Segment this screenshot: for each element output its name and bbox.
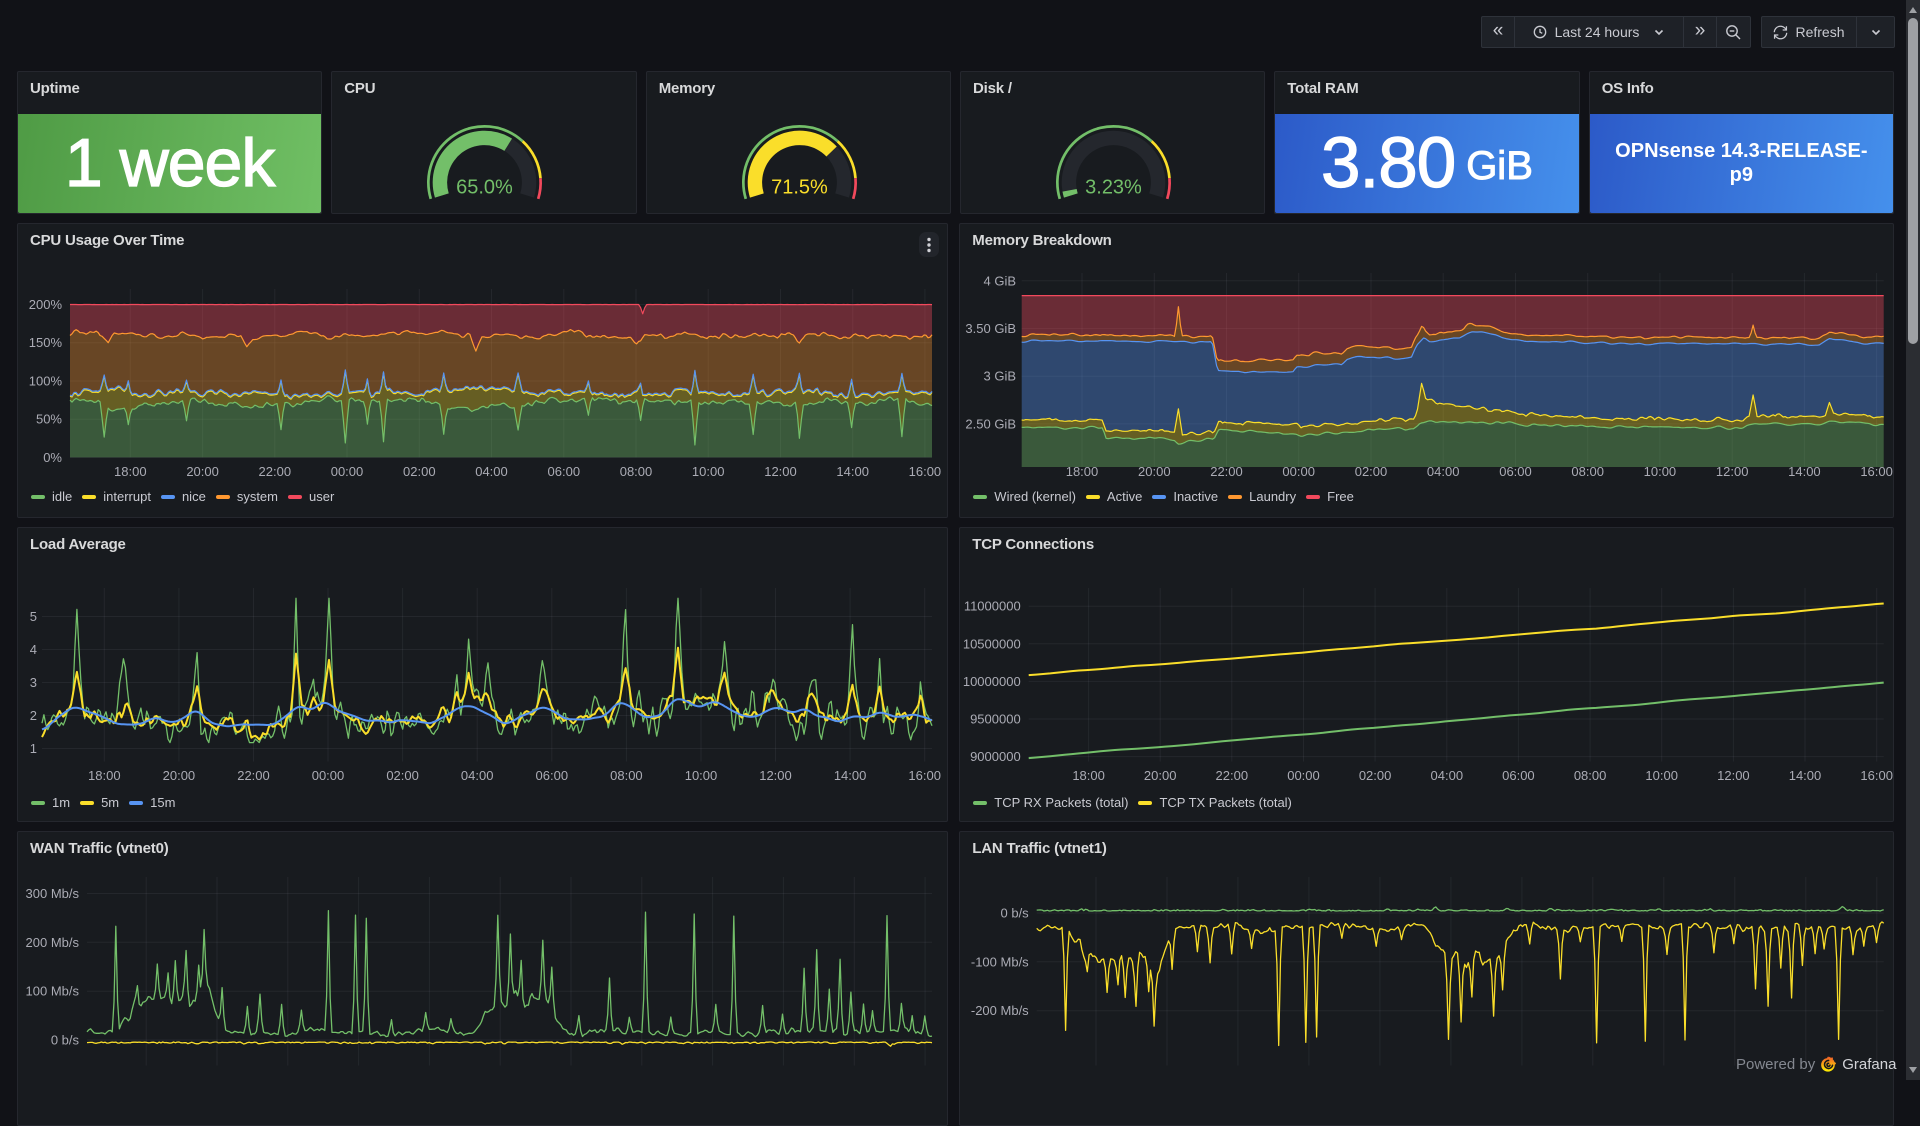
svg-text:50%: 50% [36, 412, 62, 427]
svg-text:2.50 GiB: 2.50 GiB [966, 416, 1017, 431]
svg-text:22:00: 22:00 [1211, 464, 1244, 479]
svg-text:18:00: 18:00 [88, 768, 121, 783]
svg-text:20:00: 20:00 [186, 464, 219, 479]
svg-text:20:00: 20:00 [1138, 464, 1171, 479]
svg-text:9000000: 9000000 [970, 749, 1021, 764]
svg-text:12:00: 12:00 [1716, 464, 1749, 479]
svg-text:04:00: 04:00 [1427, 464, 1460, 479]
svg-text:20:00: 20:00 [1144, 768, 1177, 783]
svg-text:22:00: 22:00 [1216, 768, 1249, 783]
svg-text:100%: 100% [29, 374, 63, 389]
svg-text:2: 2 [30, 708, 37, 723]
svg-text:16:00: 16:00 [908, 768, 941, 783]
svg-text:0 b/s: 0 b/s [51, 1033, 80, 1048]
svg-text:3 GiB: 3 GiB [984, 369, 1017, 384]
svg-text:08:00: 08:00 [1572, 464, 1605, 479]
svg-text:-100 Mb/s: -100 Mb/s [971, 954, 1029, 969]
svg-text:04:00: 04:00 [475, 464, 508, 479]
svg-text:14:00: 14:00 [834, 768, 867, 783]
svg-text:14:00: 14:00 [1789, 768, 1822, 783]
svg-text:16:00: 16:00 [1861, 464, 1894, 479]
svg-text:3.50 GiB: 3.50 GiB [966, 321, 1017, 336]
svg-text:00:00: 00:00 [331, 464, 364, 479]
svg-text:06:00: 06:00 [1502, 768, 1535, 783]
svg-text:02:00: 02:00 [1355, 464, 1388, 479]
svg-text:5: 5 [30, 609, 37, 624]
svg-text:20:00: 20:00 [163, 768, 196, 783]
svg-text:18:00: 18:00 [114, 464, 147, 479]
svg-text:12:00: 12:00 [764, 464, 797, 479]
svg-text:10500000: 10500000 [963, 636, 1021, 651]
svg-text:02:00: 02:00 [403, 464, 436, 479]
svg-text:22:00: 22:00 [237, 768, 270, 783]
svg-text:18:00: 18:00 [1066, 464, 1099, 479]
svg-text:16:00: 16:00 [1861, 768, 1894, 783]
svg-text:4 GiB: 4 GiB [984, 273, 1017, 288]
svg-text:08:00: 08:00 [620, 464, 653, 479]
svg-text:10:00: 10:00 [1644, 464, 1677, 479]
svg-text:22:00: 22:00 [259, 464, 292, 479]
svg-text:16:00: 16:00 [909, 464, 942, 479]
svg-text:14:00: 14:00 [1788, 464, 1821, 479]
svg-text:18:00: 18:00 [1073, 768, 1106, 783]
svg-text:65.0%: 65.0% [456, 176, 513, 198]
svg-text:71.5%: 71.5% [771, 176, 828, 198]
svg-text:150%: 150% [29, 335, 63, 350]
svg-text:100 Mb/s: 100 Mb/s [26, 984, 80, 999]
svg-text:1: 1 [30, 741, 37, 756]
svg-text:10:00: 10:00 [685, 768, 718, 783]
svg-text:08:00: 08:00 [1574, 768, 1607, 783]
svg-text:4: 4 [30, 642, 37, 657]
svg-text:04:00: 04:00 [1431, 768, 1464, 783]
svg-text:02:00: 02:00 [386, 768, 419, 783]
svg-text:06:00: 06:00 [536, 768, 569, 783]
svg-text:00:00: 00:00 [1288, 768, 1321, 783]
svg-text:9500000: 9500000 [970, 712, 1021, 727]
svg-text:02:00: 02:00 [1359, 768, 1392, 783]
svg-text:00:00: 00:00 [1283, 464, 1316, 479]
svg-text:00:00: 00:00 [312, 768, 345, 783]
svg-text:0 b/s: 0 b/s [1001, 906, 1030, 921]
svg-text:300 Mb/s: 300 Mb/s [26, 886, 80, 901]
svg-text:10:00: 10:00 [692, 464, 725, 479]
svg-text:3: 3 [30, 675, 37, 690]
svg-text:0%: 0% [43, 450, 62, 465]
svg-text:08:00: 08:00 [610, 768, 643, 783]
svg-text:14:00: 14:00 [836, 464, 869, 479]
svg-text:11000000: 11000000 [964, 599, 1021, 614]
svg-text:04:00: 04:00 [461, 768, 494, 783]
svg-text:10000000: 10000000 [963, 674, 1021, 689]
svg-text:-200 Mb/s: -200 Mb/s [971, 1003, 1029, 1018]
svg-text:06:00: 06:00 [1500, 464, 1533, 479]
svg-text:06:00: 06:00 [548, 464, 581, 479]
svg-text:12:00: 12:00 [1717, 768, 1750, 783]
svg-text:3.23%: 3.23% [1085, 176, 1142, 198]
svg-text:200%: 200% [29, 297, 63, 312]
svg-text:12:00: 12:00 [759, 768, 792, 783]
svg-text:10:00: 10:00 [1646, 768, 1679, 783]
svg-text:200 Mb/s: 200 Mb/s [26, 935, 80, 950]
